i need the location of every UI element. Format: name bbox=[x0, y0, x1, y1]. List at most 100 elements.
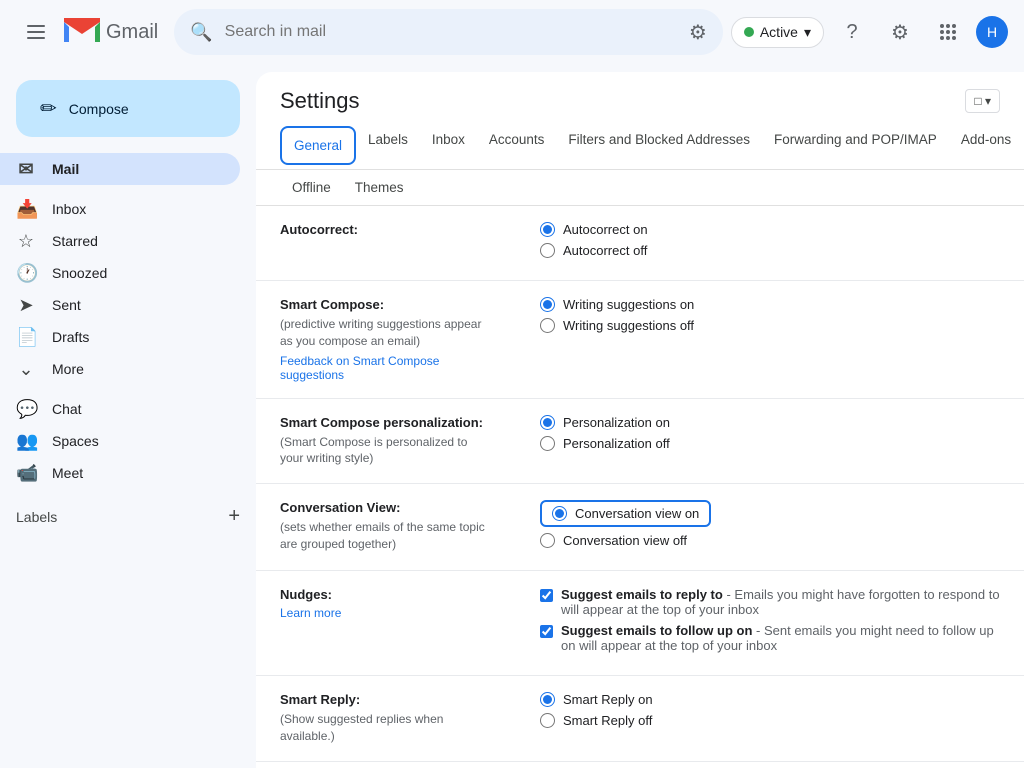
autocorrect-off-radio[interactable] bbox=[540, 243, 555, 258]
tab-labels[interactable]: Labels bbox=[356, 122, 420, 169]
sidebar-item-starred[interactable]: ☆ Starred bbox=[0, 225, 240, 257]
labels-section: Labels + bbox=[0, 497, 256, 532]
tab-inbox[interactable]: Inbox bbox=[420, 122, 477, 169]
sidebar: ✏ Compose ✉ Mail 📥 Inbox ☆ Starred 🕐 Sno… bbox=[0, 64, 256, 768]
smart-reply-label-text: Smart Reply: bbox=[280, 692, 360, 707]
smart-compose-personalization-desc: (Smart Compose is personalized to your w… bbox=[280, 434, 492, 468]
table-row: Nudges: Learn more Suggest emails to rep… bbox=[256, 571, 1024, 676]
suggest-reply-option[interactable]: Suggest emails to reply to - Emails you … bbox=[540, 587, 1000, 617]
settings-title: Settings bbox=[280, 88, 360, 114]
conversation-view-value: Conversation view on Conversation view o… bbox=[516, 484, 1024, 571]
autocorrect-on-radio[interactable] bbox=[540, 222, 555, 237]
conversation-view-off-radio[interactable] bbox=[540, 533, 555, 548]
sidebar-item-snoozed[interactable]: 🕐 Snoozed bbox=[0, 257, 240, 289]
nudges-label-text: Nudges: bbox=[280, 587, 332, 602]
writing-suggestions-on-option[interactable]: Writing suggestions on bbox=[540, 297, 1000, 312]
smart-reply-off-radio[interactable] bbox=[540, 713, 555, 728]
personalization-on-option[interactable]: Personalization on bbox=[540, 415, 1000, 430]
menu-button[interactable] bbox=[16, 12, 56, 52]
settings-table: Autocorrect: Autocorrect on Autocorrect … bbox=[256, 206, 1024, 768]
search-bar[interactable]: 🔍 ⚙ bbox=[174, 9, 723, 55]
smart-reply-on-radio[interactable] bbox=[540, 692, 555, 707]
sidebar-item-chat[interactable]: 💬 Chat bbox=[0, 393, 240, 425]
tab-general[interactable]: General bbox=[280, 126, 356, 165]
search-input[interactable] bbox=[225, 23, 677, 41]
tab-accounts[interactable]: Accounts bbox=[477, 122, 557, 169]
sidebar-item-sent-label: Sent bbox=[52, 297, 81, 313]
settings-header: Settings □ ▾ bbox=[256, 72, 1024, 114]
sidebar-item-more[interactable]: ⌄ More bbox=[0, 353, 240, 385]
tab-filters[interactable]: Filters and Blocked Addresses bbox=[556, 122, 762, 169]
help-button[interactable]: ? bbox=[832, 12, 872, 52]
settings-button[interactable]: ⚙ bbox=[880, 12, 920, 52]
table-row: Smart Compose: (predictive writing sugge… bbox=[256, 281, 1024, 399]
autocorrect-label: Autocorrect: bbox=[256, 206, 516, 281]
personalization-on-label: Personalization on bbox=[563, 415, 670, 430]
search-options-icon[interactable]: ⚙ bbox=[689, 20, 707, 45]
table-row: Conversation View: (sets whether emails … bbox=[256, 484, 1024, 571]
conversation-view-off-option[interactable]: Conversation view off bbox=[540, 533, 1000, 548]
tab-forwarding[interactable]: Forwarding and POP/IMAP bbox=[762, 122, 949, 169]
writing-suggestions-off-radio[interactable] bbox=[540, 318, 555, 333]
compose-icon: ✏ bbox=[40, 96, 57, 121]
autocorrect-off-label: Autocorrect off bbox=[563, 243, 647, 258]
status-chevron-icon: ▾ bbox=[804, 24, 811, 41]
sidebar-item-spaces[interactable]: 👥 Spaces bbox=[0, 425, 240, 457]
apps-button[interactable] bbox=[928, 12, 968, 52]
smart-reply-on-option[interactable]: Smart Reply on bbox=[540, 692, 1000, 707]
sidebar-item-more-label: More bbox=[52, 361, 84, 377]
sidebar-item-meet[interactable]: 📹 Meet bbox=[0, 457, 240, 489]
nudges-learn-more-link[interactable]: Learn more bbox=[280, 606, 492, 620]
subtab-themes[interactable]: Themes bbox=[343, 174, 416, 201]
starred-icon: ☆ bbox=[16, 231, 36, 252]
tab-addons[interactable]: Add-ons bbox=[949, 122, 1023, 169]
sidebar-meet-label: Meet bbox=[52, 465, 83, 481]
smart-compose-value: Writing suggestions on Writing suggestio… bbox=[516, 281, 1024, 399]
conversation-view-off-label: Conversation view off bbox=[563, 533, 687, 548]
table-row: Smart features and personalization: Lear… bbox=[256, 761, 1024, 768]
sidebar-item-sent[interactable]: ➤ Sent bbox=[0, 289, 240, 321]
table-row: Smart Compose personalization: (Smart Co… bbox=[256, 398, 1024, 484]
suggest-followup-checkbox[interactable] bbox=[540, 624, 553, 639]
subtab-offline[interactable]: Offline bbox=[280, 174, 343, 201]
labels-add-icon[interactable]: + bbox=[228, 505, 240, 528]
autocorrect-on-label: Autocorrect on bbox=[563, 222, 648, 237]
autocorrect-off-option[interactable]: Autocorrect off bbox=[540, 243, 1000, 258]
personalization-off-radio[interactable] bbox=[540, 436, 555, 451]
conversation-view-on-label: Conversation view on bbox=[575, 506, 699, 521]
conversation-view-on-option[interactable]: Conversation view on bbox=[540, 500, 711, 527]
sidebar-spaces-label: Spaces bbox=[52, 433, 99, 449]
chat-icon: 💬 bbox=[16, 399, 36, 420]
compose-button[interactable]: ✏ Compose bbox=[16, 80, 240, 137]
settings-display-button[interactable]: □ ▾ bbox=[965, 89, 1000, 113]
writing-suggestions-on-radio[interactable] bbox=[540, 297, 555, 312]
sidebar-item-mail-label: Mail bbox=[52, 161, 79, 177]
sidebar-item-inbox[interactable]: 📥 Inbox bbox=[0, 193, 240, 225]
status-button[interactable]: Active ▾ bbox=[731, 17, 824, 48]
gmail-logo: Gmail bbox=[64, 18, 158, 46]
smart-compose-personalization-value: Personalization on Personalization off bbox=[516, 398, 1024, 484]
avatar[interactable]: H bbox=[976, 16, 1008, 48]
sidebar-item-drafts[interactable]: 📄 Drafts bbox=[0, 321, 240, 353]
search-icon: 🔍 bbox=[190, 22, 212, 43]
writing-suggestions-off-option[interactable]: Writing suggestions off bbox=[540, 318, 1000, 333]
autocorrect-on-option[interactable]: Autocorrect on bbox=[540, 222, 1000, 237]
smart-compose-label-text: Smart Compose: bbox=[280, 297, 384, 312]
settings-rows: Autocorrect: Autocorrect on Autocorrect … bbox=[256, 206, 1024, 768]
suggest-reply-checkbox[interactable] bbox=[540, 588, 553, 603]
smart-compose-label: Smart Compose: (predictive writing sugge… bbox=[256, 281, 516, 399]
topbar-left: Gmail bbox=[16, 12, 166, 52]
meet-icon: 📹 bbox=[16, 463, 36, 484]
smart-reply-off-option[interactable]: Smart Reply off bbox=[540, 713, 1000, 728]
personalization-on-radio[interactable] bbox=[540, 415, 555, 430]
smart-compose-desc: (predictive writing suggestions appear a… bbox=[280, 316, 492, 350]
suggest-followup-option[interactable]: Suggest emails to follow up on - Sent em… bbox=[540, 623, 1000, 653]
conversation-view-on-radio[interactable] bbox=[552, 506, 567, 521]
personalization-off-option[interactable]: Personalization off bbox=[540, 436, 1000, 451]
sidebar-item-mail[interactable]: ✉ Mail bbox=[0, 153, 240, 185]
main-layout: ✏ Compose ✉ Mail 📥 Inbox ☆ Starred 🕐 Sno… bbox=[0, 64, 1024, 768]
smart-compose-feedback-link[interactable]: Feedback on Smart Compose suggestions bbox=[280, 354, 492, 382]
smart-features-value: Turn on smart features and personalizati… bbox=[516, 761, 1024, 768]
mail-icon: ✉ bbox=[16, 159, 36, 180]
autocorrect-label-text: Autocorrect: bbox=[280, 222, 358, 237]
